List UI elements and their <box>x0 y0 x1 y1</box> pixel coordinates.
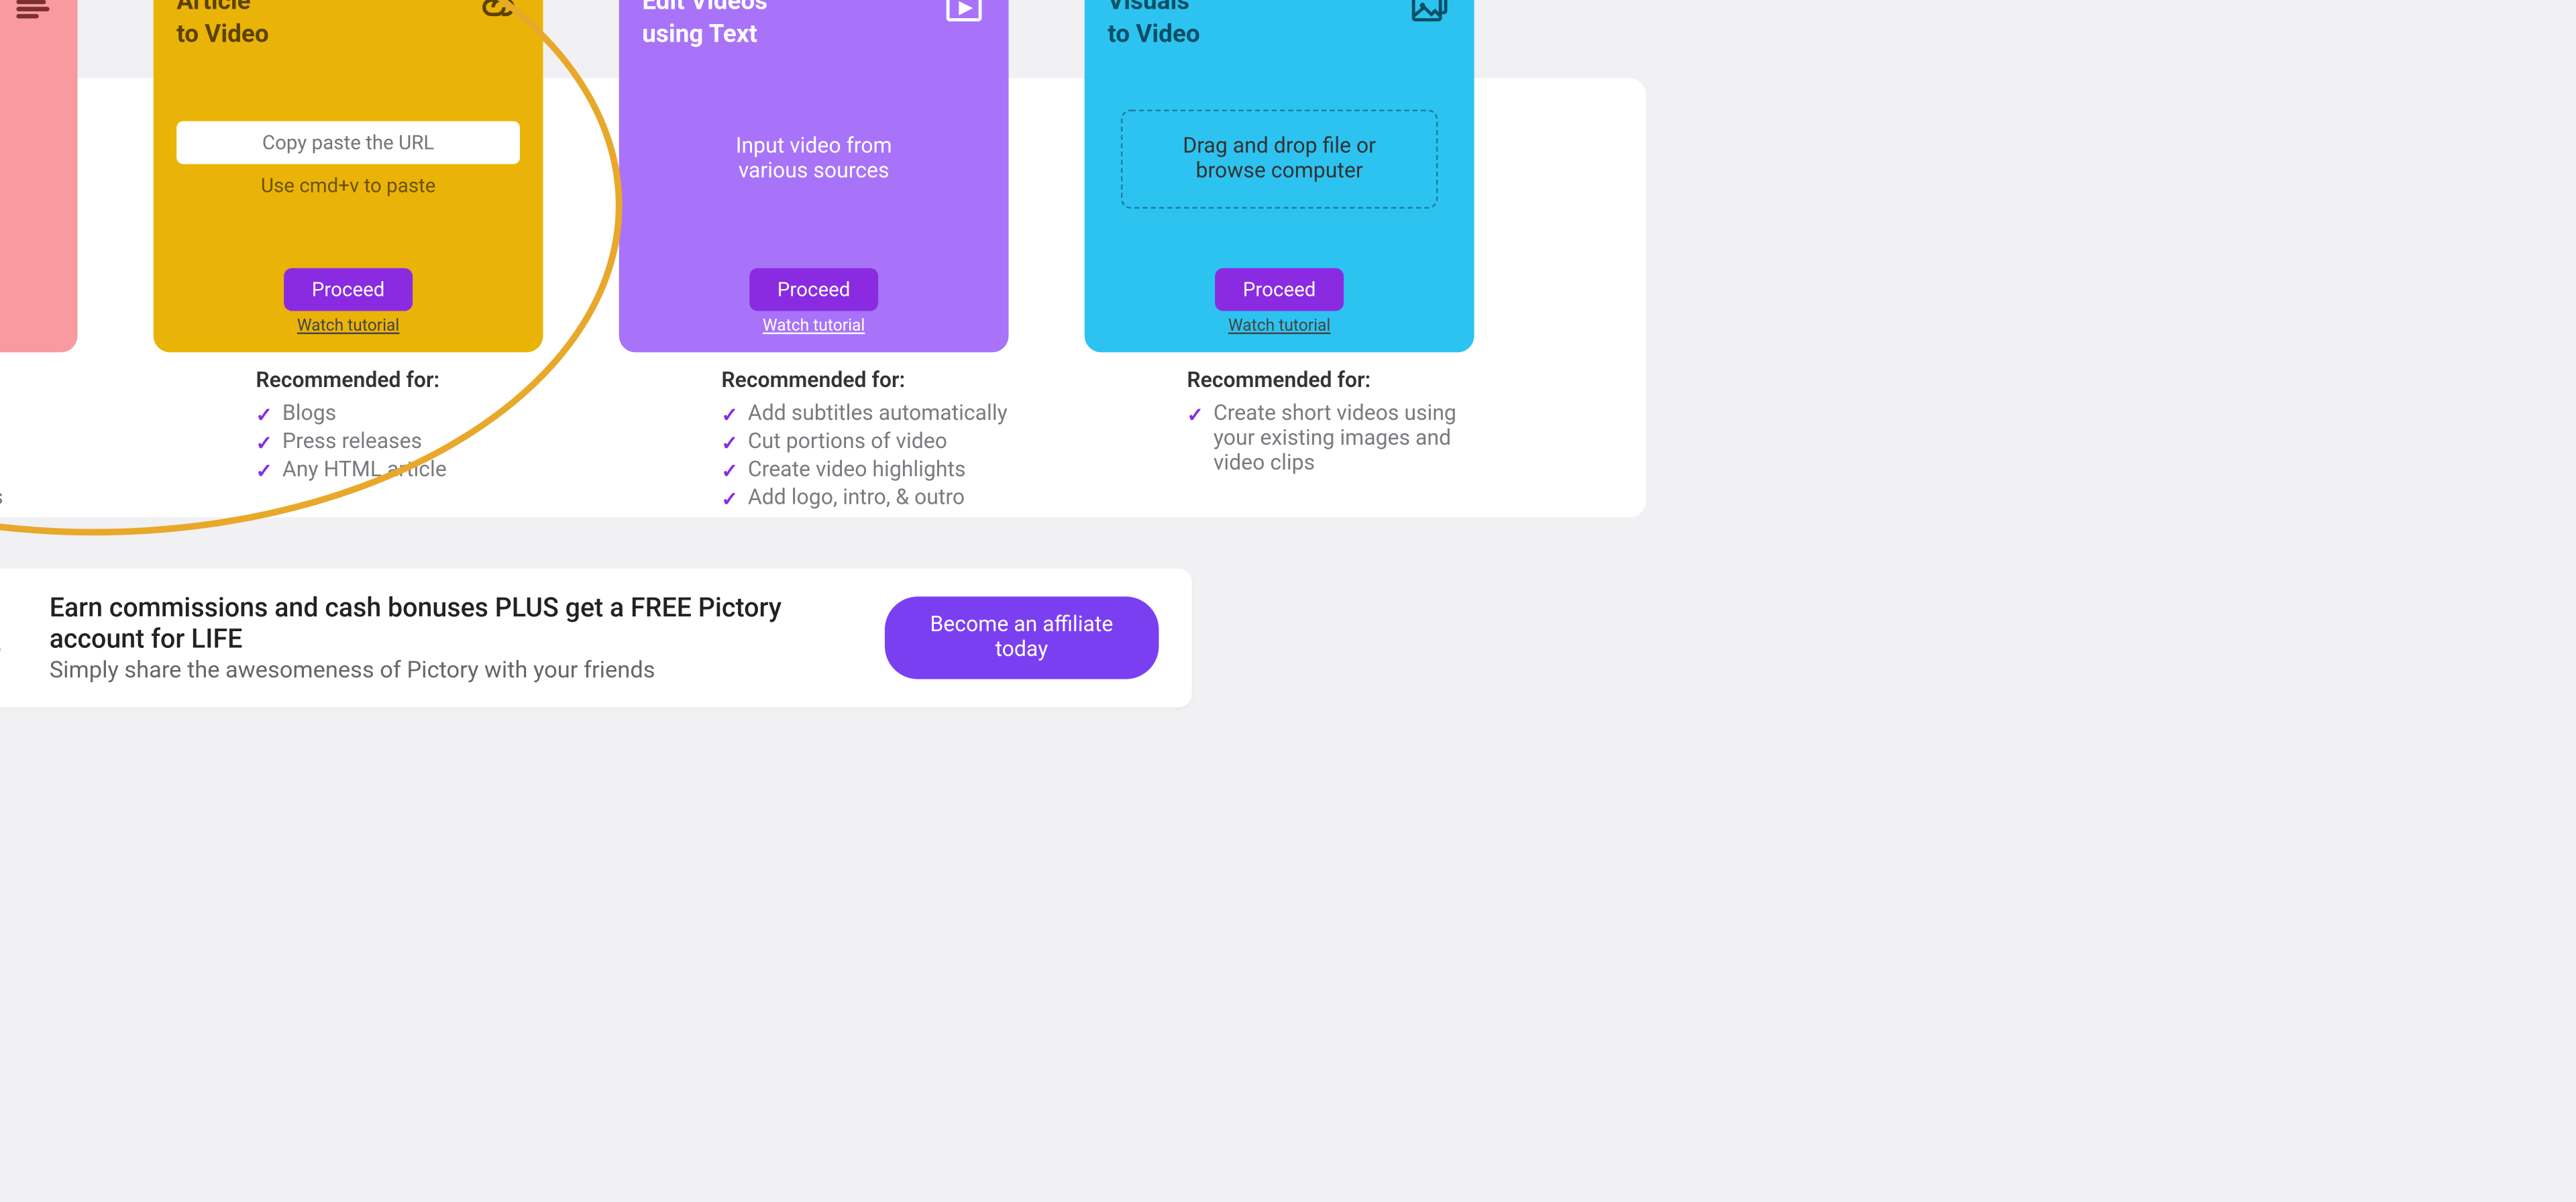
rec-item: ✓Create short videos using your existing… <box>1187 400 1474 478</box>
paste-hint: Use cmd+v to paste <box>261 174 436 197</box>
affiliate-title: Earn commissions and cash bonuses PLUS g… <box>50 592 855 655</box>
rec-item: ✓Add subtitles automatically <box>721 400 1008 429</box>
card-visuals-to-video[interactable]: Visuals to Video Drag and drop file or br… <box>1085 0 1474 352</box>
proceed-button[interactable]: Proceed <box>749 268 878 311</box>
link-icon <box>477 0 520 29</box>
card-mid-text2: various sources <box>739 159 890 184</box>
proceed-button[interactable]: Proceed <box>284 268 413 311</box>
card-script-to-video[interactable]: Scriptto Video Start typing or Copy past… <box>0 0 78 352</box>
rec-item: ✓Blogs <box>256 400 543 429</box>
rec-item: ✓Coaching videos <box>0 456 78 484</box>
card-edit-videos[interactable]: Edit Videos using Text Input video from v… <box>619 0 1009 352</box>
drop-zone[interactable]: Drag and drop file or browse computer <box>1122 109 1438 209</box>
rec-item: ✓Create video highlights <box>721 456 1008 484</box>
card-mid-text1: Drag and drop file or <box>1136 134 1423 159</box>
rec-item: ✓Press releases <box>256 428 543 456</box>
rec-item: ✓Add logo, intro, & outro <box>721 484 1008 512</box>
affiliate-banner: Earn commissions and cash bonuses PLUS g… <box>0 569 1192 708</box>
card-mid-text2: browse computer <box>1136 159 1423 184</box>
card-title-line1: Edit Videos <box>642 0 767 15</box>
card-title-line1: Article <box>176 0 250 15</box>
recommended-title: Recommended for: <box>256 369 543 394</box>
watch-tutorial-link[interactable]: Watch tutorial <box>1108 318 1451 336</box>
rec-item: ✓Any HTML article <box>256 456 543 484</box>
proceed-button[interactable]: Proceed <box>1215 268 1344 311</box>
card-article-to-video[interactable]: Article to Video Use cmd+v to paste Proce… <box>154 0 543 352</box>
affiliate-button[interactable]: Become an affiliate today <box>884 596 1159 679</box>
recommended-title: Recommended for: <box>1187 369 1474 394</box>
card-title-line2: to Video <box>176 18 268 48</box>
watch-tutorial-link[interactable]: Watch tutorial <box>642 318 985 336</box>
rec-item: ✓Listicle videos <box>0 428 78 456</box>
card-title-line1: Visuals <box>1108 0 1189 15</box>
watch-tutorial-link[interactable]: Watch tutorial <box>176 318 520 336</box>
card-mid-text1: Input video from <box>736 134 892 159</box>
recommended-title: Recommended for: <box>0 369 78 394</box>
recommended-title: Recommended for: <box>721 369 1008 394</box>
octopus-promo-icon <box>0 588 19 688</box>
images-icon <box>1408 0 1451 29</box>
card-title-line2: using Text <box>642 18 757 48</box>
watch-tutorial-link[interactable]: Watch tutorial <box>0 318 54 336</box>
affiliate-sub: Simply share the awesomeness of Pictory … <box>50 657 855 684</box>
rec-item: ✓Cut portions of video <box>721 428 1008 456</box>
card-title-line2: to Video <box>1108 18 1199 48</box>
rec-item: ✓Educational videos <box>0 400 78 429</box>
script-icon <box>11 0 54 29</box>
video-icon <box>943 0 985 29</box>
rec-item: ✓Step by step guides <box>0 484 78 512</box>
url-input[interactable] <box>176 121 520 164</box>
